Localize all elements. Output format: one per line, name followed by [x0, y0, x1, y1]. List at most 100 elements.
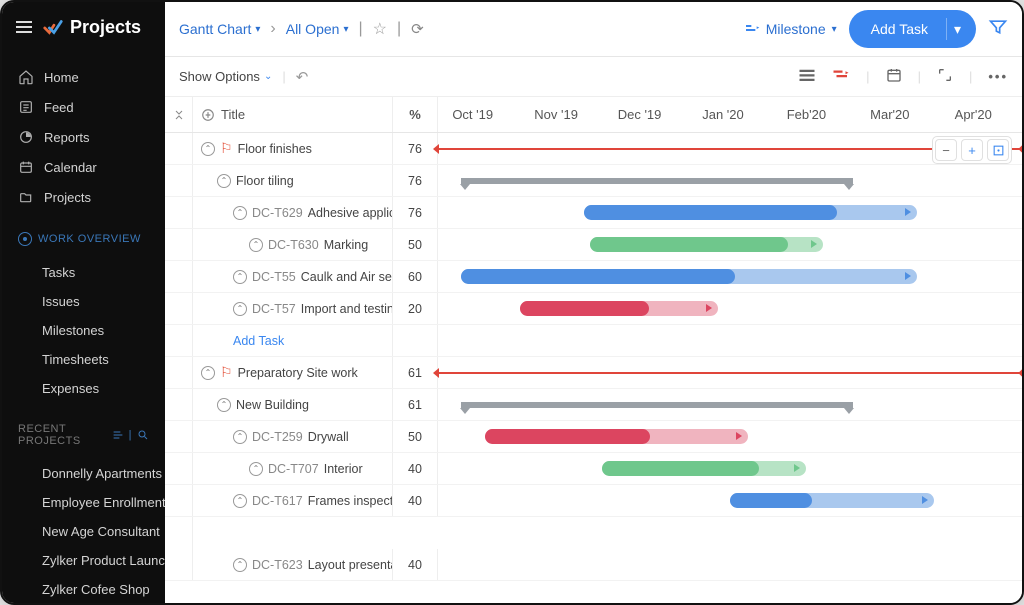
gantt-row[interactable]: ⌃DC-T55 Caulk and Air seal60 [165, 261, 1022, 293]
gantt-row[interactable]: ⌃DC-T707 Interior40 [165, 453, 1022, 485]
gantt-row[interactable]: ⌃DC-T629 Adhesive application76 [165, 197, 1022, 229]
view-gantt-icon[interactable] [832, 68, 850, 85]
collapse-icon[interactable]: ⌃ [233, 494, 247, 508]
add-task-link[interactable]: Add Task [233, 334, 284, 348]
task-bar[interactable] [602, 461, 806, 476]
task-id: DC-T629 [252, 206, 303, 220]
task-title: Marking [324, 238, 368, 252]
add-task-dropdown[interactable]: ▾ [946, 18, 968, 40]
settings-icon[interactable] [112, 429, 124, 441]
task-title: Caulk and Air seal [301, 270, 393, 284]
view-selector[interactable]: Gantt Chart▾ [179, 21, 260, 37]
more-icon[interactable]: ••• [988, 69, 1008, 84]
nav-reports[interactable]: Reports [2, 122, 165, 152]
collapse-icon[interactable]: ⌃ [233, 430, 247, 444]
recent-project[interactable]: Employee Enrollment [2, 488, 165, 517]
gantt-bar-area[interactable] [438, 421, 1022, 452]
nav-home[interactable]: Home [2, 62, 165, 92]
recent-project[interactable]: New Age Consultant [2, 517, 165, 546]
zoom-out[interactable]: − [935, 139, 957, 161]
collapse-icon[interactable]: ⌃ [249, 462, 263, 476]
column-percent[interactable]: % [393, 97, 438, 132]
gantt-row[interactable]: ⌃DC-T57 Import and testing of woo..20 [165, 293, 1022, 325]
expand-all[interactable] [165, 97, 193, 132]
recent-project[interactable]: Zylker Product Launch [2, 546, 165, 575]
nav-projects[interactable]: Projects [2, 182, 165, 212]
task-bar[interactable] [520, 301, 719, 316]
star-icon[interactable]: ☆ [373, 19, 387, 39]
task-bar[interactable] [590, 237, 824, 252]
menu-toggle[interactable] [16, 21, 32, 33]
gantt-row[interactable]: ⌃ New Building61 [165, 389, 1022, 421]
grid-body[interactable]: − + ⌃⚐ Floor finishes76⌃ Floor tiling76⌃… [165, 133, 1022, 603]
overview-expenses[interactable]: Expenses [2, 374, 165, 403]
collapse-icon[interactable]: ⌃ [233, 558, 247, 572]
column-title[interactable]: Title [193, 97, 393, 132]
collapse-icon[interactable]: ⌃ [201, 366, 215, 380]
brand-icon [42, 16, 64, 38]
gantt-bar-area[interactable] [438, 357, 1022, 388]
gantt-bar-area[interactable] [438, 453, 1022, 484]
task-title: Drywall [308, 430, 349, 444]
gantt-row[interactable]: ⌃DC-T259 Drywall50 [165, 421, 1022, 453]
gantt-row[interactable]: Add Task [165, 325, 1022, 357]
gantt-row[interactable]: ⌃⚐ Preparatory Site work61 [165, 357, 1022, 389]
expand-icon[interactable] [937, 67, 953, 86]
work-overview-header[interactable]: WORK OVERVIEW [2, 218, 165, 252]
task-bar[interactable] [485, 429, 748, 444]
gantt-bar-area[interactable] [438, 261, 1022, 292]
task-id: DC-T617 [252, 494, 303, 508]
gantt-row[interactable]: ⌃ Floor tiling76 [165, 165, 1022, 197]
overview-issues[interactable]: Issues [2, 287, 165, 316]
reports-icon [18, 129, 34, 145]
show-options[interactable]: Show Options⌄ [179, 69, 272, 84]
overview-timesheets[interactable]: Timesheets [2, 345, 165, 374]
summary-bar[interactable] [461, 178, 852, 184]
nav-feed[interactable]: Feed [2, 92, 165, 122]
overview-milestones[interactable]: Milestones [2, 316, 165, 345]
task-bar[interactable] [461, 269, 917, 284]
calendar-icon[interactable] [886, 67, 902, 86]
collapse-icon[interactable]: ⌃ [217, 174, 231, 188]
nav-calendar[interactable]: Calendar [2, 152, 165, 182]
gantt-bar-area[interactable] [438, 165, 1022, 196]
task-bar[interactable] [730, 493, 934, 508]
collapse-icon[interactable]: ⌃ [217, 398, 231, 412]
timeline-month: Oct '19 [438, 97, 521, 132]
sidebar: Projects HomeFeedReportsCalendarProjects… [2, 2, 165, 603]
search-icon[interactable] [137, 429, 149, 441]
zoom-in[interactable]: + [961, 139, 983, 161]
recent-project[interactable]: Donnelly Apartments [2, 459, 165, 488]
collapse-icon[interactable]: ⌃ [233, 206, 247, 220]
reload-icon[interactable]: ⟳ [411, 20, 424, 38]
task-title: Floor tiling [236, 174, 294, 188]
gantt-bar-area[interactable] [438, 293, 1022, 324]
overview-tasks[interactable]: Tasks [2, 258, 165, 287]
gantt-row[interactable]: ⌃⚐ Floor finishes76 [165, 133, 1022, 165]
zoom-fit[interactable] [987, 139, 1009, 161]
task-bar[interactable] [584, 205, 917, 220]
gantt-bar-area[interactable] [438, 325, 1022, 356]
collapse-icon[interactable]: ⌃ [201, 142, 215, 156]
milestone-dropdown[interactable]: Milestone▾ [744, 21, 837, 37]
gantt-bar-area[interactable] [438, 485, 1022, 516]
collapse-icon[interactable]: ⌃ [233, 302, 247, 316]
collapse-icon[interactable]: ⌃ [233, 270, 247, 284]
gantt-bar-area[interactable] [438, 549, 1022, 580]
recent-project[interactable]: Zylker Cofee Shop [2, 575, 165, 604]
gantt-bar-area[interactable] [438, 197, 1022, 228]
summary-bar[interactable] [461, 402, 852, 408]
gantt-bar-area[interactable] [438, 389, 1022, 420]
add-task-button[interactable]: Add Task ▾ [849, 10, 976, 48]
gantt-row[interactable]: ⌃DC-T623 Layout presentation40 [165, 549, 1022, 581]
collapse-icon[interactable]: ⌃ [249, 238, 263, 252]
undo-icon[interactable]: ↶ [296, 68, 309, 86]
milestone-bar[interactable] [438, 372, 1022, 374]
gantt-row[interactable]: ⌃DC-T630 Marking50 [165, 229, 1022, 261]
gantt-row[interactable]: ⌃DC-T617 Frames inspection40 [165, 485, 1022, 517]
gantt-row[interactable] [165, 517, 1022, 549]
filter-icon[interactable] [988, 17, 1008, 42]
view-compact-icon[interactable] [798, 68, 816, 85]
gantt-bar-area[interactable] [438, 229, 1022, 260]
filter-selector[interactable]: All Open▾ [286, 21, 349, 37]
